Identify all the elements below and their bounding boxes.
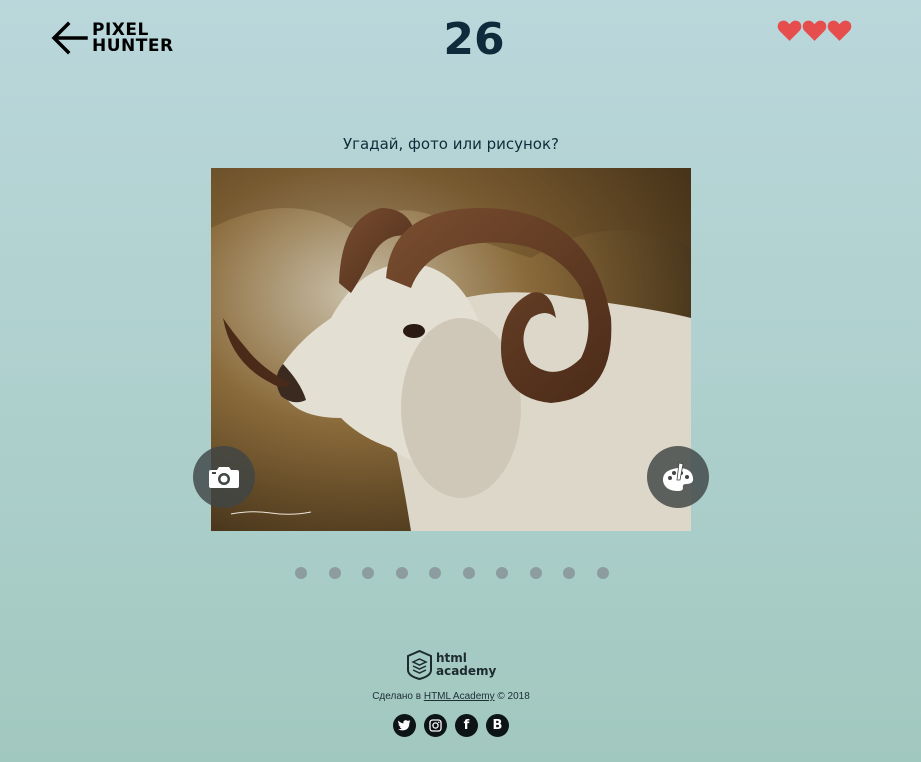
academy-link[interactable]: HTML Academy — [424, 691, 495, 702]
stats-dot — [395, 567, 408, 579]
vk-icon: B — [492, 718, 503, 733]
twitter-icon — [398, 720, 411, 731]
made-in-text: Сделано в — [372, 691, 424, 702]
copyright-year: © 2018 — [494, 691, 530, 702]
heart-icon — [802, 20, 827, 41]
academy-shield-icon — [407, 650, 432, 680]
stats-dot — [563, 567, 575, 579]
copyright: Сделано в HTML Academy © 2018 — [0, 691, 902, 702]
lives — [777, 19, 852, 42]
academy-text-line-2: academy — [436, 664, 497, 678]
ram-painting — [211, 168, 691, 531]
stats-dot — [462, 567, 475, 579]
social-links: f B — [393, 714, 517, 737]
stats-dot — [529, 567, 542, 579]
camera-icon — [209, 467, 239, 488]
facebook-icon: f — [463, 718, 470, 733]
stats-dot — [429, 567, 441, 579]
facebook-link[interactable]: f — [455, 714, 478, 737]
photo-answer-button[interactable] — [193, 446, 255, 508]
stats-dot — [328, 567, 341, 579]
instagram-icon — [429, 719, 442, 732]
stats-dot — [295, 567, 307, 579]
stats-dot — [596, 567, 609, 579]
stats-dot — [362, 567, 374, 579]
vk-link[interactable]: B — [486, 714, 509, 737]
task-question: Угадай, фото или рисунок? — [343, 135, 559, 153]
stats-dots — [295, 567, 630, 579]
twitter-link[interactable] — [393, 714, 416, 737]
html-academy-logo[interactable]: html academy — [407, 650, 496, 680]
stats-dot — [496, 567, 508, 579]
heart-icon — [827, 20, 852, 41]
paint-answer-button[interactable] — [647, 446, 709, 508]
game-image — [211, 168, 691, 531]
instagram-link[interactable] — [424, 714, 447, 737]
palette-icon — [662, 462, 694, 491]
heart-icon — [777, 20, 802, 41]
